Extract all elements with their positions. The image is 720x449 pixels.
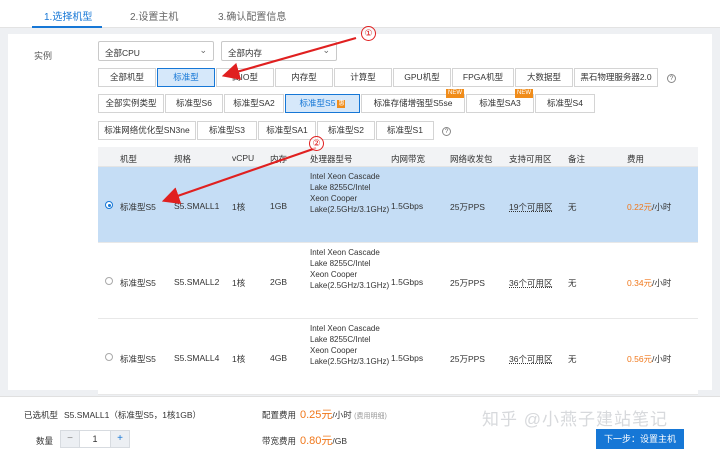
- annotation-overlay: [161, 36, 357, 204]
- arrow-2: [161, 146, 317, 204]
- annotation-marker-2: ②: [309, 136, 324, 151]
- arrow-1: [221, 36, 357, 80]
- watermark: 知乎 @小燕子建站笔记: [482, 410, 668, 429]
- annotation-marker-1: ①: [361, 26, 376, 41]
